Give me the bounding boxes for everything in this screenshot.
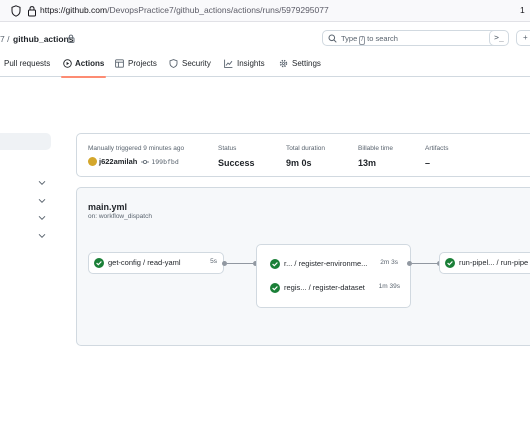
slash-key-hint: / bbox=[359, 36, 366, 45]
lock-icon bbox=[28, 6, 36, 17]
command-palette-button[interactable]: >_ bbox=[489, 30, 509, 46]
tab-settings[interactable]: Settings bbox=[278, 54, 324, 77]
table-icon bbox=[115, 59, 124, 68]
artifacts-label: Artifacts bbox=[425, 145, 449, 152]
search-input[interactable]: Type / to search bbox=[322, 30, 508, 46]
actor-row: j622amilah 199bfbd bbox=[88, 157, 184, 166]
tab-security[interactable]: Security bbox=[168, 54, 216, 77]
breadcrumb-separator: 7 / bbox=[0, 34, 10, 44]
connector-line bbox=[412, 263, 439, 264]
tab-projects[interactable]: Projects bbox=[114, 54, 160, 77]
chevron-down-icon[interactable] bbox=[38, 198, 46, 204]
job-register-environment[interactable]: r... / register-environme... 2m 3s bbox=[257, 254, 412, 276]
repo-name-link[interactable]: github_actions bbox=[13, 34, 73, 44]
active-tab-indicator bbox=[61, 76, 106, 78]
url-text[interactable]: https://github.com/DevopsPractice7/githu… bbox=[40, 5, 329, 15]
billable-column: Billable time 13m bbox=[358, 145, 393, 168]
tab-actions[interactable]: Actions bbox=[61, 54, 106, 78]
status-value: Success bbox=[218, 158, 255, 168]
tab-pull-requests[interactable]: Pull requests bbox=[4, 54, 54, 77]
tab-label: Insights bbox=[237, 59, 265, 68]
url-host: https://github.com bbox=[40, 5, 108, 15]
tab-label: Settings bbox=[292, 59, 321, 68]
billable-label: Billable time bbox=[358, 145, 394, 152]
job-duration: 1m 39s bbox=[378, 283, 400, 290]
job-get-config[interactable]: get-config / read-yaml 5s bbox=[88, 252, 224, 274]
tab-label: Pull requests bbox=[4, 59, 51, 68]
job-run-pipeline[interactable]: run-pipel... / run-pipe bbox=[439, 252, 530, 274]
artifacts-column: Artifacts – bbox=[425, 145, 448, 168]
job-duration: 2m 3s bbox=[380, 259, 398, 266]
trigger-label: Manually triggered 9 minutes ago bbox=[88, 145, 185, 152]
shield-icon bbox=[11, 5, 21, 17]
connector-line bbox=[227, 263, 253, 264]
search-icon bbox=[328, 34, 337, 43]
chevron-down-icon[interactable] bbox=[38, 215, 46, 221]
search-placeholder-after: to search bbox=[367, 34, 398, 43]
workflow-trigger: on: workflow_dispatch bbox=[88, 213, 152, 220]
job-duration: 5s bbox=[210, 258, 217, 265]
duration-column: Total duration 9m 0s bbox=[286, 145, 325, 168]
duration-label: Total duration bbox=[286, 145, 326, 152]
tab-label: Security bbox=[182, 59, 211, 68]
repo-nav-tabs: Pull requests Actions Projects Security … bbox=[0, 54, 530, 78]
trigger-column: Manually triggered 9 minutes ago j622ami… bbox=[88, 145, 184, 166]
toolbar-edge-text: 1 bbox=[520, 5, 525, 15]
browser-address-bar[interactable]: https://github.com/DevopsPractice7/githu… bbox=[0, 0, 530, 22]
status-label: Status bbox=[218, 145, 237, 152]
create-new-button[interactable]: + bbox=[516, 30, 530, 46]
workflow-graph: main.yml on: workflow_dispatch get-confi… bbox=[76, 187, 530, 346]
commit-icon bbox=[141, 159, 150, 164]
billable-value: 13m bbox=[358, 158, 377, 168]
check-circle-icon bbox=[94, 258, 104, 268]
run-summary-card: Manually triggered 9 minutes ago j622ami… bbox=[76, 133, 530, 177]
job-group-register: r... / register-environme... 2m 3s regis… bbox=[256, 244, 411, 308]
check-circle-icon bbox=[270, 283, 280, 293]
workflow-file-name: main.yml bbox=[88, 202, 128, 212]
gear-icon bbox=[279, 59, 288, 68]
play-icon bbox=[63, 59, 72, 68]
chevron-down-icon[interactable] bbox=[38, 180, 46, 186]
artifacts-value: – bbox=[425, 158, 431, 168]
job-register-dataset[interactable]: regis... / register-dataset 1m 39s bbox=[257, 278, 412, 300]
sidebar-selected-item[interactable] bbox=[0, 133, 51, 150]
tab-insights[interactable]: Insights bbox=[223, 54, 269, 77]
url-path: /DevopsPractice7/github_actions/actions/… bbox=[107, 5, 329, 15]
check-circle-icon bbox=[270, 259, 280, 269]
avatar[interactable] bbox=[88, 157, 97, 166]
job-name: regis... / register-dataset bbox=[284, 283, 365, 292]
search-placeholder-before: Type bbox=[341, 34, 358, 43]
search-placeholder: Type / to search bbox=[341, 34, 398, 45]
shield-icon bbox=[169, 59, 178, 68]
status-column: Status Success bbox=[218, 145, 255, 168]
actor-link[interactable]: j622amilah bbox=[99, 157, 137, 166]
duration-value: 9m 0s bbox=[286, 158, 312, 168]
job-name: get-config / read-yaml bbox=[108, 258, 181, 267]
commit-sha-link[interactable]: 199bfbd bbox=[151, 158, 178, 166]
job-name: run-pipel... / run-pipe bbox=[459, 258, 529, 267]
check-circle-icon bbox=[445, 258, 455, 268]
graph-icon bbox=[224, 59, 233, 68]
tab-label: Actions bbox=[75, 59, 105, 68]
job-name: r... / register-environme... bbox=[284, 259, 368, 268]
chevron-down-icon[interactable] bbox=[38, 233, 46, 239]
tab-label: Projects bbox=[128, 59, 157, 68]
lock-icon bbox=[67, 34, 75, 43]
